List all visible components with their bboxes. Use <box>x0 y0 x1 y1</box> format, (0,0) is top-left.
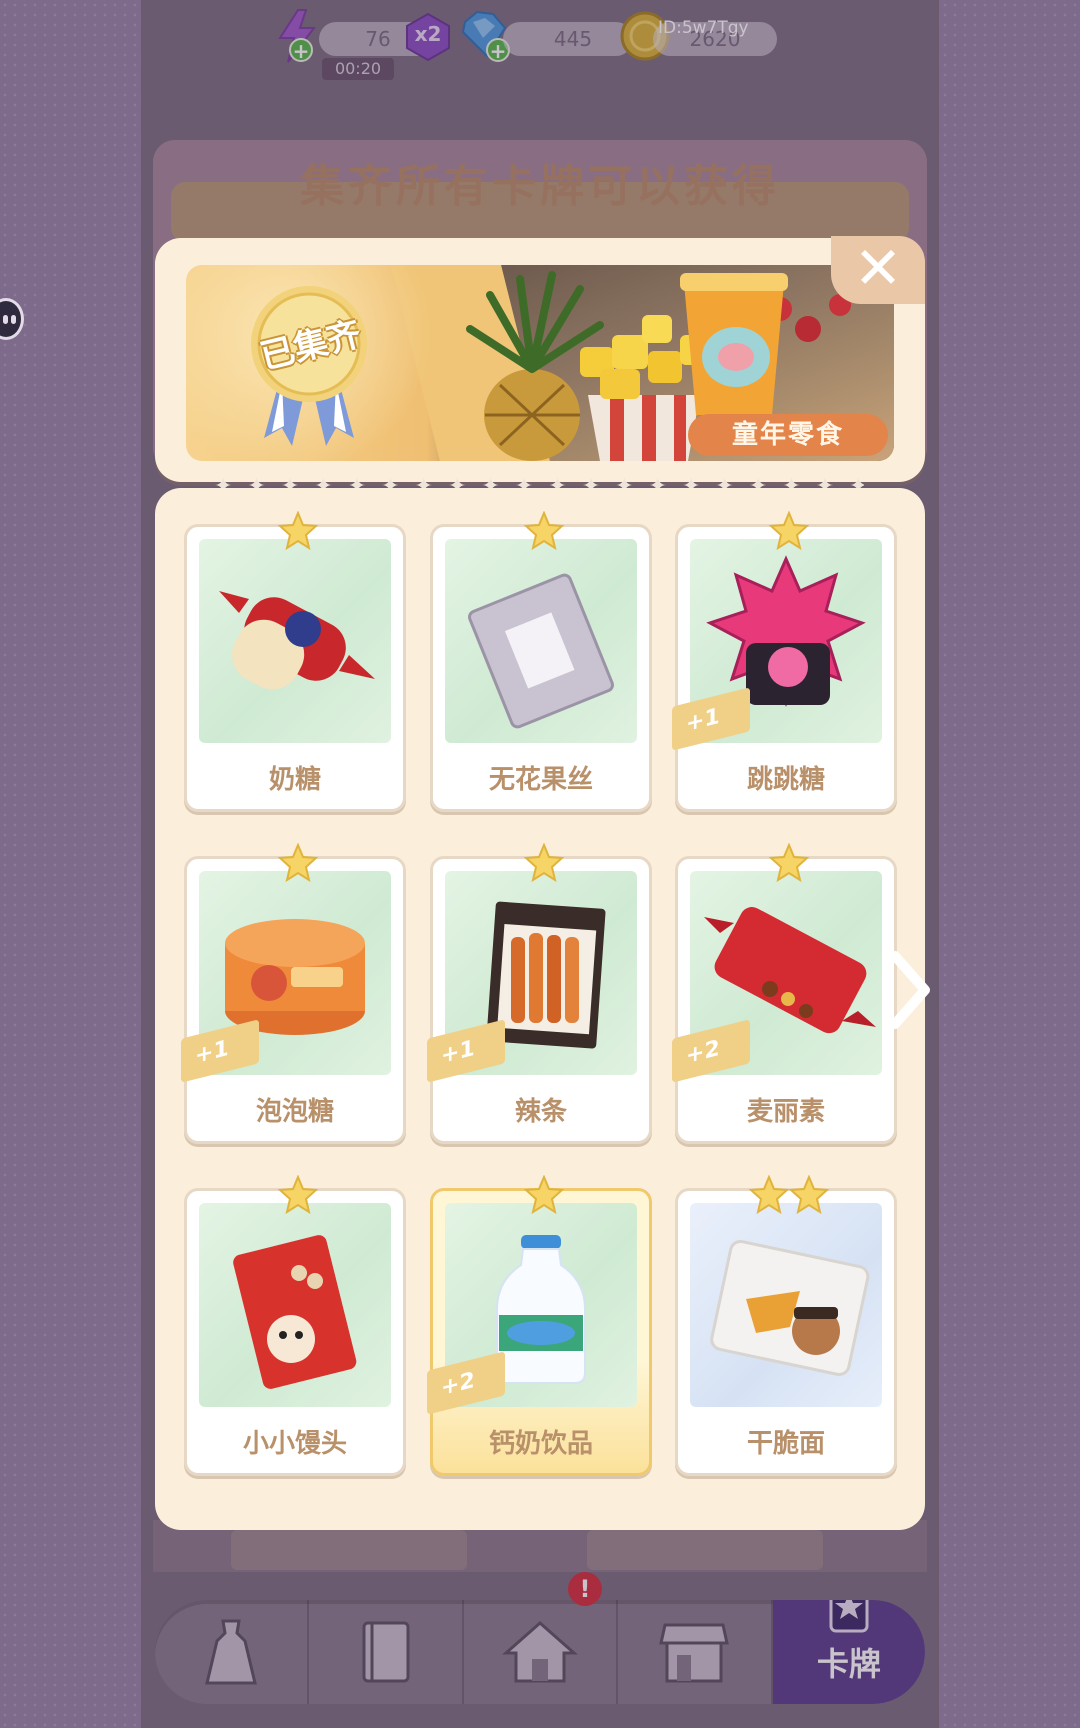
cards-icon <box>829 1600 869 1633</box>
card-name: 干脆面 <box>746 1429 825 1459</box>
nav-dress[interactable] <box>155 1600 310 1704</box>
star-icon <box>278 511 318 551</box>
card-name: 无花果丝 <box>488 765 593 795</box>
mini-buns-icon <box>233 1235 357 1389</box>
card-name: 奶糖 <box>268 765 321 795</box>
card-item[interactable]: +1 跳跳糖 <box>672 511 897 812</box>
card-item[interactable]: 小小馒头 <box>184 1175 406 1476</box>
card-item[interactable]: 无花果丝 <box>430 511 652 812</box>
card-item[interactable]: 干脆面 <box>675 1175 897 1476</box>
card-item[interactable]: +1 泡泡糖 <box>181 843 406 1144</box>
milk-candy-icon <box>219 591 375 690</box>
card-name: 辣条 <box>514 1097 567 1127</box>
card-name: 小小馒头 <box>242 1429 347 1459</box>
nav-cards-label: 卡牌 <box>816 1645 881 1683</box>
close-icon: ✕ <box>853 234 903 302</box>
nav-shop[interactable] <box>618 1600 773 1704</box>
card-image <box>445 539 637 743</box>
star-icon <box>278 1175 318 1215</box>
alert-badge: ! <box>568 1572 602 1606</box>
card-name: 钙奶饮品 <box>488 1429 593 1459</box>
crispy-noodles-icon <box>710 1239 870 1376</box>
card-item[interactable]: 奶糖 <box>184 511 406 812</box>
star-icon <box>769 843 809 883</box>
chat-bubble-icon[interactable] <box>0 298 24 340</box>
card-name: 麦丽素 <box>746 1097 825 1127</box>
card-image <box>690 1203 882 1407</box>
nav-book[interactable] <box>309 1600 464 1704</box>
star-icon <box>769 511 809 551</box>
gems-value: 445 <box>503 22 633 56</box>
star-icon <box>524 511 564 551</box>
card-name: 泡泡糖 <box>255 1097 334 1127</box>
background-thumbnail <box>231 1530 467 1570</box>
home-icon <box>502 1620 578 1683</box>
bottom-nav: 卡牌 <box>155 1600 925 1704</box>
nav-home[interactable] <box>464 1600 619 1704</box>
card-name: 跳跳糖 <box>746 765 825 795</box>
background-thumbnail <box>587 1530 823 1570</box>
dress-icon <box>205 1619 258 1685</box>
star-icon <box>524 843 564 883</box>
player-id: ID:5w7Tgy <box>658 18 749 38</box>
chevron-right-icon[interactable] <box>885 950 935 1030</box>
nav-cards[interactable]: 卡牌 <box>772 1600 925 1704</box>
multiplier-text: x2 <box>414 22 442 46</box>
energy-timer: 00:20 <box>322 58 394 80</box>
card-item[interactable]: +2 麦丽素 <box>672 843 897 1144</box>
card-item[interactable]: +1 辣条 <box>427 843 652 1144</box>
card-item[interactable]: +2 钙奶饮品 <box>427 1175 652 1476</box>
fig-shreds-icon <box>468 573 614 729</box>
card-image <box>199 539 391 743</box>
shop-icon <box>659 1623 730 1683</box>
star-icon <box>524 1175 564 1215</box>
card-image <box>199 1203 391 1407</box>
background-title: 集齐所有卡牌可以获得 <box>300 161 780 212</box>
star-icon <box>789 1175 829 1215</box>
star-icon <box>749 1175 789 1215</box>
collection-name-tag: 童年零食 <box>688 414 888 456</box>
book-icon <box>362 1621 410 1683</box>
close-button[interactable]: ✕ <box>831 236 925 304</box>
add-energy-button[interactable]: + <box>289 38 313 63</box>
star-icon <box>278 843 318 883</box>
